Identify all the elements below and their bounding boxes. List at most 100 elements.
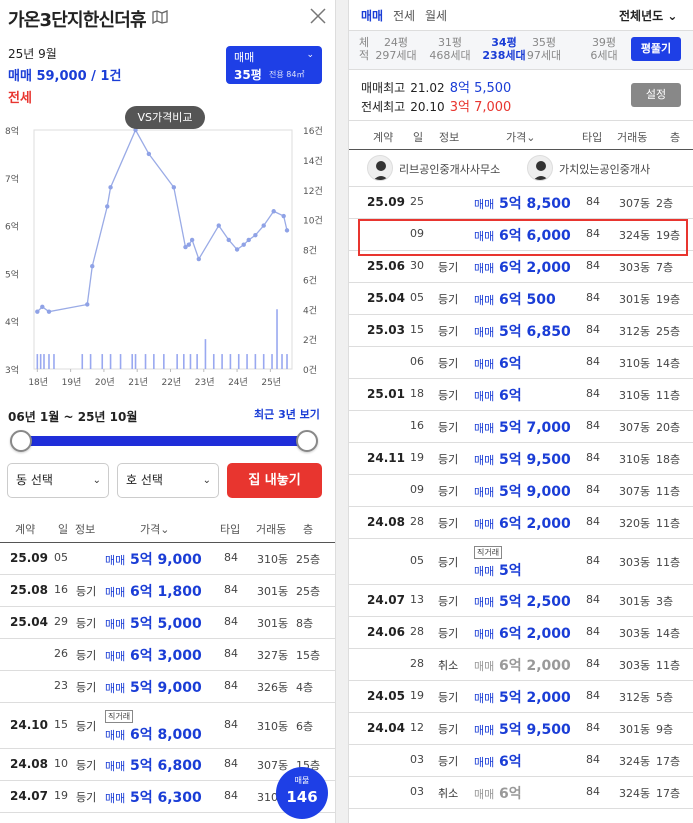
row-price: 6억 — [499, 356, 522, 372]
ho-select[interactable]: 호 선택 ⌄ — [117, 463, 219, 498]
volume-bar — [262, 354, 265, 369]
row-type: 84 — [586, 323, 600, 336]
table-row[interactable]: 24.04 12 등기 매매 5억 9,500 84 301동 9층 — [349, 713, 693, 745]
table-row[interactable]: 24.10 15 등기 직거래 매매 6억 8,000 84 310동 6층 — [0, 703, 335, 749]
row-type: 84 — [586, 721, 600, 734]
row-price: 5억 6,300 — [130, 790, 202, 806]
pyeong-units: 6세대 — [590, 49, 618, 62]
table-row[interactable]: 24.06 28 등기 매매 6억 2,000 84 303동 14층 — [349, 617, 693, 649]
col-info: 정보 — [75, 523, 96, 536]
ho-select-label: 호 선택 — [126, 473, 163, 487]
col-floor: 층 — [303, 523, 314, 536]
col-contract[interactable]: 계약 — [15, 521, 35, 537]
pyeong-size: 39평 — [591, 36, 617, 49]
table-row[interactable]: 03 취소 매매 6억 84 324동 17층 — [349, 777, 693, 809]
y-right-tick: 8건 — [303, 246, 317, 257]
table-row[interactable]: 24.11 19 등기 매매 5억 9,500 84 310동 18층 — [349, 443, 693, 475]
close-icon[interactable] — [309, 7, 327, 25]
volume-bar — [109, 354, 112, 369]
price-point — [35, 309, 40, 314]
tab-monthly[interactable]: 월세 — [425, 7, 447, 24]
row-type: 84 — [224, 647, 238, 660]
table-row[interactable]: 25.01 18 등기 매매 6억 84 310동 11층 — [349, 379, 693, 411]
table-row[interactable]: 25.04 29 등기 매매 5억 5,000 84 301동 8층 — [0, 607, 335, 639]
agent-avatar[interactable] — [367, 155, 393, 181]
vs-compare-button[interactable]: VS가격비교 — [125, 106, 205, 129]
row-day: 28 — [410, 625, 424, 638]
row-type: 84 — [586, 625, 600, 638]
row-type: 84 — [224, 551, 238, 564]
table-row[interactable]: 26 등기 매매 6억 3,000 84 327동 15층 — [0, 639, 335, 671]
row-info: 등기 — [76, 791, 97, 804]
table-row[interactable]: 24.05 19 등기 매매 5억 2,000 84 312동 5층 — [349, 681, 693, 713]
map-icon[interactable] — [152, 10, 168, 24]
row-info: 등기 — [438, 421, 459, 434]
pyeong-type-select[interactable]: 매매 ⌄ 35평 전용 84㎡ — [226, 46, 322, 84]
pyeong-option[interactable]: 39평 6세대 — [581, 36, 627, 62]
pyeong-option[interactable]: 24평 297세대 — [373, 36, 419, 62]
table-row[interactable]: 05 등기 직거래 매매 5억 84 303동 11층 — [349, 539, 693, 585]
settings-button[interactable]: 설정 — [631, 83, 681, 107]
row-dong: 303동 — [619, 556, 651, 569]
col-price[interactable]: 가격⌄ — [506, 129, 535, 145]
row-day: 19 — [54, 789, 68, 802]
volume-bar — [212, 354, 215, 369]
year-select-label: 전체년도 — [619, 9, 664, 23]
y-left-tick: 3억 — [5, 364, 19, 376]
table-row[interactable]: 25.09 25 매매 5억 8,500 84 307동 2층 — [349, 187, 693, 219]
row-floor: 25층 — [296, 553, 321, 566]
row-price: 6억 1,800 — [130, 584, 202, 600]
slider-start-handle[interactable] — [10, 430, 32, 452]
table-row[interactable]: 24.07 13 등기 매매 5억 2,500 84 301동 3층 — [349, 585, 693, 617]
agent-avatar[interactable] — [527, 155, 553, 181]
deal-value: 59,000 / 1건 — [36, 69, 122, 84]
agent-name[interactable]: 가치있는공인중개사 — [559, 161, 650, 177]
table-row[interactable]: 25.04 05 등기 매매 6억 500 84 301동 19층 — [349, 283, 693, 315]
pyeong-option[interactable]: 35평 97세대 — [521, 36, 567, 62]
pyeong-expand-button[interactable]: 평풀기 — [631, 37, 681, 61]
volume-bar — [163, 354, 165, 369]
row-type: 84 — [586, 355, 600, 368]
price-point — [171, 185, 177, 190]
row-dong: 303동 — [619, 627, 651, 640]
row-date: 24.05 — [367, 689, 405, 703]
row-dong: 310동 — [257, 553, 289, 566]
price-point — [46, 309, 52, 314]
table-row[interactable]: 24.08 28 등기 매매 6억 2,000 84 320동 11층 — [349, 507, 693, 539]
table-row[interactable]: 06 등기 매매 6억 84 310동 14층 — [349, 347, 693, 379]
row-type: 84 — [586, 291, 600, 304]
col-price[interactable]: 가격⌄ — [140, 521, 169, 537]
date-range-slider[interactable] — [10, 430, 318, 452]
row-day: 13 — [410, 593, 424, 606]
table-row[interactable]: 16 등기 매매 5억 7,000 84 307동 20층 — [349, 411, 693, 443]
row-date: 24.04 — [367, 721, 405, 735]
dong-select[interactable]: 동 선택 ⌄ — [7, 463, 109, 498]
table-row[interactable]: 25.03 15 등기 매매 5억 6,850 84 312동 25층 — [349, 315, 693, 347]
agent-name[interactable]: 리브공인중개사사무소 — [399, 161, 500, 177]
year-select[interactable]: 전체년도 ⌄ — [619, 7, 677, 24]
price-point — [216, 223, 221, 228]
row-type: 84 — [586, 259, 600, 272]
listings-fab[interactable]: 매물 146 — [276, 767, 328, 819]
slider-end-handle[interactable] — [296, 430, 318, 452]
table-row[interactable]: 03 등기 매매 6억 84 324동 17층 — [349, 745, 693, 777]
row-price: 6억 8,000 — [130, 727, 202, 743]
table-row[interactable]: 09 등기 매매 5억 9,000 84 307동 11층 — [349, 475, 693, 507]
table-row[interactable]: 23 등기 매매 5억 9,000 84 326동 4층 — [0, 671, 335, 703]
pyeong-option[interactable]: 31평 468세대 — [427, 36, 473, 62]
list-house-button[interactable]: 집 내놓기 — [227, 463, 322, 498]
volume-bar — [134, 354, 137, 369]
table-row[interactable]: 25.09 05 매매 5억 9,000 84 310동 25층 — [0, 543, 335, 575]
row-day: 05 — [54, 551, 68, 564]
volume-bar — [153, 354, 155, 369]
tab-jeonse[interactable]: 전세 — [393, 7, 415, 24]
col-type: 타입 — [582, 131, 603, 144]
recent-3y-link[interactable]: 최근 3년 보기 — [254, 406, 320, 422]
price-point — [90, 264, 95, 269]
table-row[interactable]: 25.08 16 등기 매매 6억 1,800 84 301동 25층 — [0, 575, 335, 607]
row-day: 23 — [54, 679, 68, 692]
col-contract[interactable]: 계약 — [373, 129, 393, 145]
row-deal-label: 매매 — [105, 682, 126, 695]
tab-sale[interactable]: 매매 — [361, 7, 383, 24]
table-row[interactable]: 28 취소 매매 6억 2,000 84 303동 11층 — [349, 649, 693, 681]
